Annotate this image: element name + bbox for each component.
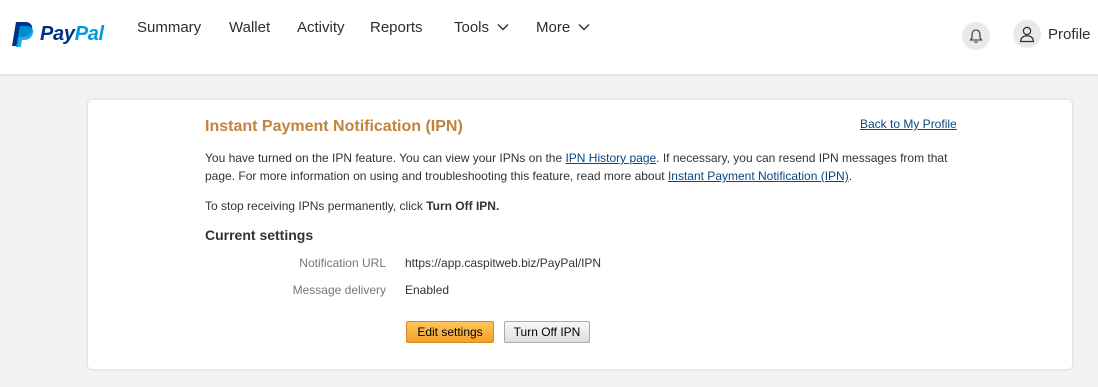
profile-avatar[interactable] [1013, 20, 1041, 48]
paypal-p-icon [10, 20, 36, 48]
ipn-info-link[interactable]: Instant Payment Notification (IPN) [668, 169, 849, 183]
nav-tools[interactable]: Tools [454, 19, 509, 36]
stop-action-text: Turn Off IPN. [426, 199, 500, 213]
turn-off-ipn-button[interactable]: Turn Off IPN [504, 321, 590, 343]
chevron-down-icon [497, 24, 509, 31]
page-title: Instant Payment Notification (IPN) [205, 118, 463, 135]
nav-summary[interactable]: Summary [137, 19, 201, 36]
nav-more[interactable]: More [536, 19, 590, 36]
user-icon [1019, 26, 1035, 43]
top-navigation-bar: PayPal Summary Wallet Activity Reports T… [0, 0, 1098, 74]
stop-ipn-text: To stop receiving IPNs permanently, clic… [205, 197, 965, 215]
wordmark-pay: Pay [40, 22, 75, 45]
notifications-button[interactable] [962, 22, 990, 50]
ipn-intro-text: You have turned on the IPN feature. You … [205, 149, 965, 185]
message-delivery-label: Message delivery [292, 283, 386, 297]
notification-url-label: Notification URL [299, 256, 386, 270]
paypal-wordmark: PayPal [40, 23, 104, 46]
ipn-settings-card: Instant Payment Notification (IPN) Back … [88, 100, 1072, 369]
intro-text-part1: You have turned on the IPN feature. You … [205, 151, 566, 165]
nav-reports[interactable]: Reports [370, 19, 423, 36]
wordmark-pal: Pal [74, 22, 104, 45]
notification-url-value: https://app.caspitweb.biz/PayPal/IPN [405, 256, 602, 270]
profile-link[interactable]: Profile [1048, 26, 1091, 43]
current-settings-heading: Current settings [205, 227, 314, 243]
back-to-profile-link[interactable]: Back to My Profile [860, 117, 957, 131]
nav-wallet[interactable]: Wallet [229, 19, 270, 36]
bell-icon [969, 29, 983, 43]
chevron-down-icon [578, 24, 590, 31]
ipn-history-link[interactable]: IPN History page [565, 151, 656, 165]
message-delivery-value: Enabled [405, 283, 450, 297]
intro-text-part3: . [848, 169, 853, 183]
paypal-logo[interactable]: PayPal [10, 20, 104, 48]
stop-text: To stop receiving IPNs permanently, clic… [205, 199, 427, 213]
nav-tools-label: Tools [454, 18, 490, 36]
edit-settings-button[interactable]: Edit settings [406, 321, 494, 343]
nav-more-label: More [536, 18, 571, 36]
nav-activity[interactable]: Activity [297, 19, 345, 36]
